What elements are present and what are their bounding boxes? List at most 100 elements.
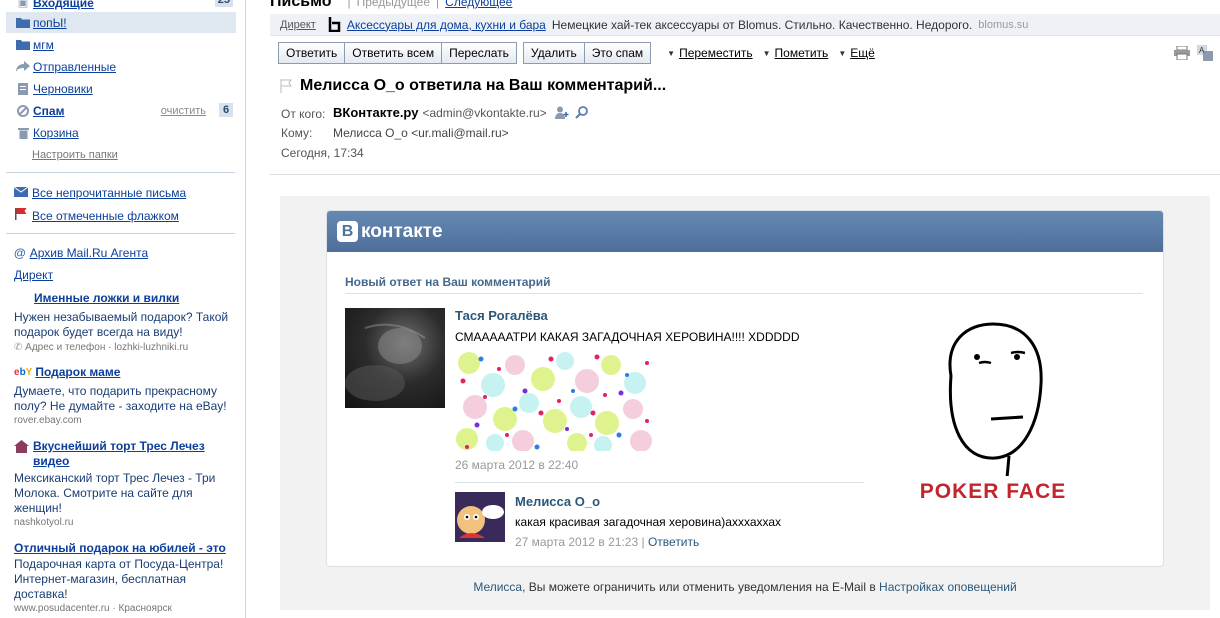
folder-trash[interactable]: Корзина [6, 122, 236, 143]
notification-title: Новый ответ на Ваш комментарий [345, 275, 551, 289]
ad-host: nashkotyol.ru [14, 517, 74, 528]
ad-body: Думаете, что подарить прекрасному полу? … [14, 384, 227, 413]
notification-settings-link[interactable]: Настройках оповещений [879, 580, 1017, 594]
envelope-icon [13, 186, 29, 200]
ad-block[interactable]: ebY Подарок маме Думаете, что подарить п… [14, 365, 234, 427]
unread-count: 25 [214, 0, 233, 7]
clean-spam-link[interactable]: очистить [161, 105, 206, 117]
folder-mgm[interactable]: мгм [6, 34, 236, 55]
configure-folders-link[interactable]: Настроить папки [32, 149, 118, 161]
folder-drafts[interactable]: Черновики [6, 78, 236, 99]
comment-text: СМАААААТРИ КАКАЯ ЗАГАДОЧНАЯ ХЕРОВИНА!!!!… [455, 330, 800, 344]
svg-text:A: A [1199, 46, 1205, 55]
folder-label: Спам [33, 103, 65, 118]
to-value: Мелисса О_о <ur.mali@mail.ru> [333, 126, 509, 140]
attached-image[interactable] [455, 351, 655, 454]
reply-all-button[interactable]: Ответить всем [345, 42, 443, 64]
sent-icon [16, 61, 30, 73]
reply-button[interactable]: Ответить [278, 42, 346, 64]
all-unread-link[interactable]: Все непрочитанные письма [13, 186, 187, 200]
delete-button[interactable]: Удалить [522, 42, 585, 64]
message-nav: Письмо | Предыдущее | Следующее [270, 0, 512, 11]
message-subject: Мелисса О_о ответила на Ваш комментарий.… [280, 77, 666, 95]
print-icon[interactable] [1174, 45, 1190, 63]
reply-date: 27 марта 2012 в 21:23 [515, 535, 639, 549]
sender-email: <admin@vkontakte.ru> [422, 105, 547, 120]
ad-host: rover.ebay.com [14, 415, 82, 426]
ad-bar-host: blomus.su [978, 18, 1029, 31]
folder-label: мгм [33, 37, 54, 52]
reply-author-avatar[interactable] [455, 492, 505, 542]
more-dropdown[interactable]: ▼ Ещё [838, 46, 874, 60]
ad-host-text: Адрес и телефон · lozhki-luzhniki.ru [25, 342, 189, 353]
forward-button[interactable]: Переслать [442, 42, 517, 64]
folder-label: Корзина [33, 125, 79, 140]
add-contact-icon[interactable] [554, 106, 569, 119]
prev-message-link[interactable]: Предыдущее [357, 0, 430, 9]
commenter-name[interactable]: Тася Рогалёва [455, 308, 548, 323]
chevron-down-icon: ▼ [838, 48, 847, 58]
next-message-link[interactable]: Следующее [445, 0, 512, 9]
flag-icon [14, 208, 28, 223]
folder-sent[interactable]: Отправленные [6, 56, 236, 77]
direct-link[interactable]: Директ [14, 268, 53, 282]
phone-icon: ✆ [14, 342, 23, 353]
ad-title[interactable]: Подарок маме [35, 365, 120, 380]
ad-block[interactable]: Вкуснейший торт Трес Лечез видео Мексика… [14, 439, 234, 529]
folder-label: Черновики [33, 81, 93, 96]
ad-block[interactable]: Именные ложки и вилки Нужен незабываемый… [14, 291, 234, 354]
chevron-down-icon: ▼ [762, 48, 771, 58]
ad-body: Подарочная карта от Посуда-Центра! Интер… [14, 557, 224, 601]
vk-logo-icon: В [337, 221, 358, 242]
move-dropdown[interactable]: ▼ Переместить [667, 46, 752, 60]
vk-header: В контакте [327, 211, 1163, 252]
page-title: Письмо [270, 0, 332, 10]
inbox-icon: ▣ [17, 0, 29, 9]
separator: | [641, 535, 645, 549]
commenter-avatar[interactable] [345, 308, 445, 408]
reply-author-name[interactable]: Мелисса О_о [515, 494, 600, 509]
reply-meta: 27 марта 2012 в 21:23 | Ответить [515, 535, 699, 549]
ad-title[interactable]: Именные ложки и вилки [34, 291, 179, 305]
vk-notification-card: В контакте Новый ответ на Ваш комментари… [326, 210, 1164, 567]
ad-bar-link[interactable]: Аксессуары для дома, кухни и бара [347, 18, 546, 32]
flag-outline-icon[interactable] [280, 79, 292, 93]
ad-host: ✆ Адрес и телефон · lozhki-luzhniki.ru [14, 341, 234, 354]
spam-count: 6 [219, 103, 233, 117]
ad-title[interactable]: Вкуснейший торт Трес Лечез видео [33, 439, 234, 469]
reply-link[interactable]: Ответить [648, 535, 699, 549]
folder-popy[interactable]: попЫ! [6, 12, 236, 33]
folder-icon [16, 39, 30, 51]
ad-title[interactable]: Отличный подарок на юбилей - это [14, 541, 226, 555]
ebay-logo: ebY [14, 367, 33, 378]
all-flagged-link[interactable]: Все отмеченные флажком [14, 208, 179, 223]
spam-button[interactable]: Это спам [584, 42, 652, 64]
divider [345, 293, 1143, 294]
to-label: Кому: [281, 126, 313, 140]
agent-archive-link[interactable]: @ Архив Mail.Ru Агента [14, 246, 148, 260]
message-date: Сегодня, 17:34 [281, 146, 364, 160]
ad-host: www.posudacenter.ru · Красноярск [14, 603, 172, 614]
reply-text: какая красивая загадочная херовина)аххха… [515, 515, 782, 529]
ad-bar-label[interactable]: Директ [280, 19, 316, 31]
footer-text: , Вы можете ограничить или отменить увед… [522, 580, 880, 594]
ad-bar-text: Немецкие хай-тек аксессуары от Blomus. С… [551, 17, 973, 32]
search-icon[interactable] [574, 106, 588, 119]
message-view: Письмо | Предыдущее | Следующее Директ А… [270, 0, 1220, 618]
mark-dropdown[interactable]: ▼ Пометить [763, 46, 829, 60]
all-flagged-label: Все отмеченные флажком [32, 208, 179, 223]
notification-footer: Мелисса, Вы можете ограничить или отмени… [280, 580, 1210, 594]
footer-user-link[interactable]: Мелисса [473, 580, 522, 594]
chevron-down-icon: ▼ [667, 48, 676, 58]
ad-block[interactable]: Отличный подарок на юбилей - это Подароч… [14, 541, 234, 615]
spam-icon [16, 104, 30, 117]
mark-label: Пометить [774, 46, 829, 60]
translate-icon[interactable]: A [1197, 45, 1213, 64]
move-label: Переместить [679, 46, 753, 60]
from-label: От кого: [281, 107, 326, 121]
ad-body: Мексиканский торт Трес Лечез - Три Молок… [14, 471, 216, 515]
drafts-icon [16, 82, 30, 95]
all-unread-label: Все непрочитанные письма [32, 186, 187, 200]
direct-label: Директ [14, 268, 54, 282]
folder-spam[interactable]: Спам очистить 6 [6, 100, 236, 121]
